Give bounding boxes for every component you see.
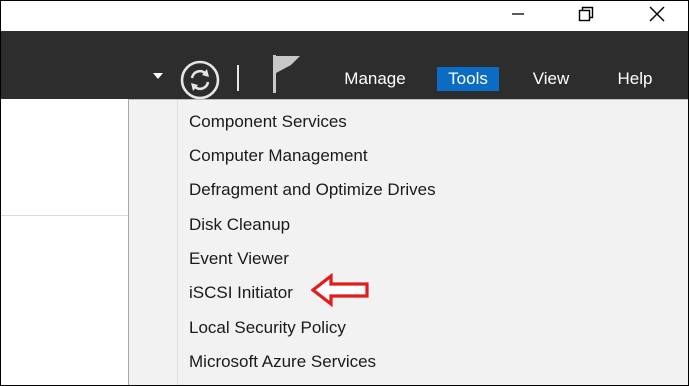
menu-item-iscsi-initiator[interactable]: iSCSI Initiator <box>189 280 293 306</box>
menu-item-computer-management[interactable]: Computer Management <box>189 143 368 169</box>
menu-item-component-services[interactable]: Component Services <box>189 109 347 135</box>
title-bar <box>1 1 688 31</box>
restore-icon <box>578 6 594 22</box>
left-pane <box>1 99 129 216</box>
red-arrow-icon <box>311 273 369 307</box>
menu-item-event-viewer[interactable]: Event Viewer <box>189 246 289 272</box>
menu-item-microsoft-azure-services[interactable]: Microsoft Azure Services <box>189 349 376 375</box>
minimize-button[interactable] <box>495 1 541 27</box>
menu-item-local-security-policy[interactable]: Local Security Policy <box>189 315 346 341</box>
server-manager-toolbar: Manage Tools View Help <box>1 31 688 101</box>
menu-manage[interactable]: Manage <box>337 67 413 91</box>
chevron-down-icon[interactable] <box>153 73 163 81</box>
menu-icon-gutter <box>129 100 178 385</box>
toolbar-separator <box>237 65 239 91</box>
restore-button[interactable] <box>563 1 609 27</box>
menu-help[interactable]: Help <box>609 67 661 91</box>
menu-view[interactable]: View <box>525 67 577 91</box>
screenshot-frame: Manage Tools View Help Component Service… <box>0 0 689 386</box>
menu-item-defragment-drives[interactable]: Defragment and Optimize Drives <box>189 177 436 203</box>
minimize-icon <box>512 13 524 15</box>
menu-tools[interactable]: Tools <box>437 67 499 91</box>
notifications-flag-icon[interactable] <box>269 53 303 95</box>
refresh-icon[interactable] <box>179 59 221 101</box>
close-button[interactable] <box>634 1 680 27</box>
menu-item-disk-cleanup[interactable]: Disk Cleanup <box>189 212 290 238</box>
close-icon <box>649 6 665 22</box>
tools-dropdown-menu: Component Services Computer Management D… <box>128 99 688 385</box>
